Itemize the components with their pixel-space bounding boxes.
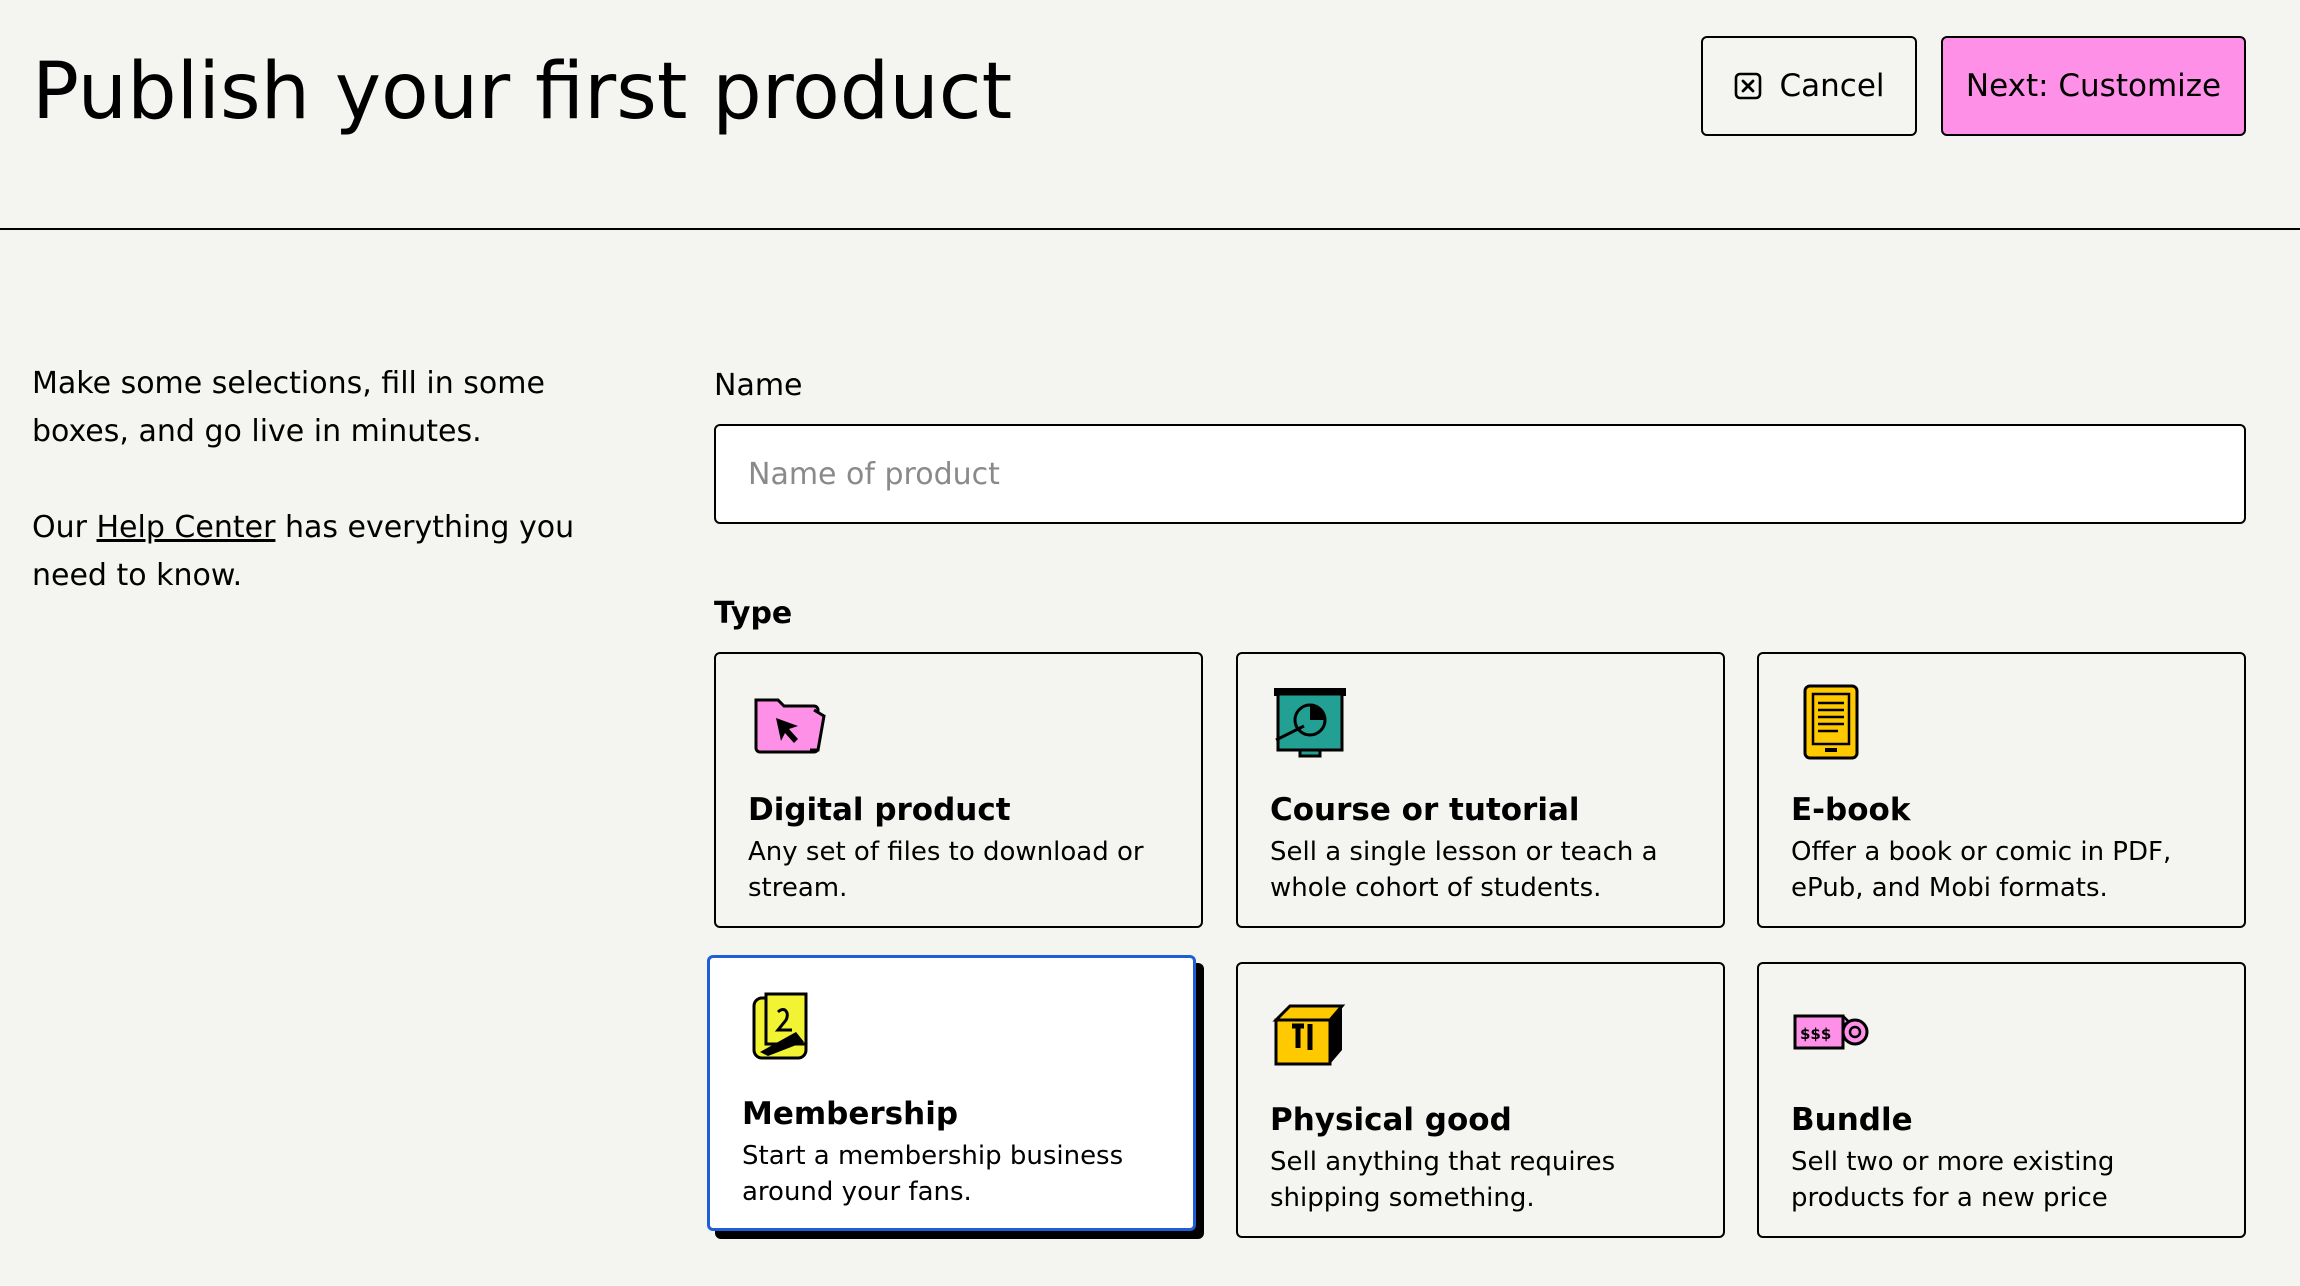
- card-description: Offer a book or comic in PDF, ePub, and …: [1791, 837, 2172, 903]
- membership-card-icon: [752, 992, 808, 1060]
- card-description: Sell anything that requires shipping som…: [1270, 1147, 1616, 1213]
- price-tag-icon: $$$: [1793, 1014, 1869, 1050]
- intro-text: Make some selections, fill in some boxes…: [32, 360, 592, 648]
- name-label: Name: [714, 368, 803, 403]
- svg-text:$$$: $$$: [1800, 1025, 1831, 1043]
- help-prefix: Our: [32, 510, 97, 545]
- card-description: Any set of files to download or stream.: [748, 837, 1144, 903]
- folder-cursor-icon: [754, 698, 826, 754]
- intro-paragraph: Make some selections, fill in some boxes…: [32, 366, 545, 449]
- card-description: Sell a single lesson or teach a whole co…: [1270, 837, 1658, 903]
- help-center-link[interactable]: Help Center: [97, 510, 276, 545]
- ereader-icon: [1803, 684, 1859, 760]
- top-header: Publish your first product Cancel Next: …: [0, 0, 2300, 230]
- type-card-e-book[interactable]: E-book Offer a book or comic in PDF, ePu…: [1757, 652, 2246, 928]
- card-title: Bundle: [1791, 1102, 1913, 1138]
- next-customize-button[interactable]: Next: Customize: [1941, 36, 2246, 136]
- type-card-physical-good[interactable]: Physical good Sell anything that require…: [1236, 962, 1725, 1238]
- page-title: Publish your first product: [32, 47, 1013, 137]
- card-description: Sell two or more existing products for a…: [1791, 1147, 2115, 1213]
- card-title: Physical good: [1270, 1102, 1512, 1138]
- type-card-bundle[interactable]: $$$ Bundle Sell two or more existing pro…: [1757, 962, 2246, 1238]
- product-name-input[interactable]: [714, 424, 2246, 524]
- presentation-board-icon: [1274, 688, 1346, 758]
- type-card-membership[interactable]: Membership Start a membership business a…: [707, 955, 1196, 1231]
- next-button-label: Next: Customize: [1965, 68, 2222, 104]
- card-title: Membership: [742, 1096, 959, 1132]
- package-box-icon: [1272, 1004, 1346, 1066]
- card-title: Digital product: [748, 792, 1011, 828]
- close-icon: [1735, 72, 1762, 100]
- help-paragraph: Our Help Center has everything you need …: [32, 504, 592, 600]
- cancel-button-label: Cancel: [1779, 68, 1885, 104]
- card-description: Start a membership business around your …: [742, 1141, 1124, 1207]
- card-title: Course or tutorial: [1270, 792, 1580, 828]
- type-card-course-or-tutorial[interactable]: Course or tutorial Sell a single lesson …: [1236, 652, 1725, 928]
- card-title: E-book: [1791, 792, 1911, 828]
- type-card-digital-product[interactable]: Digital product Any set of files to down…: [714, 652, 1203, 928]
- cancel-button[interactable]: Cancel: [1701, 36, 1917, 136]
- type-label: Type: [714, 596, 793, 631]
